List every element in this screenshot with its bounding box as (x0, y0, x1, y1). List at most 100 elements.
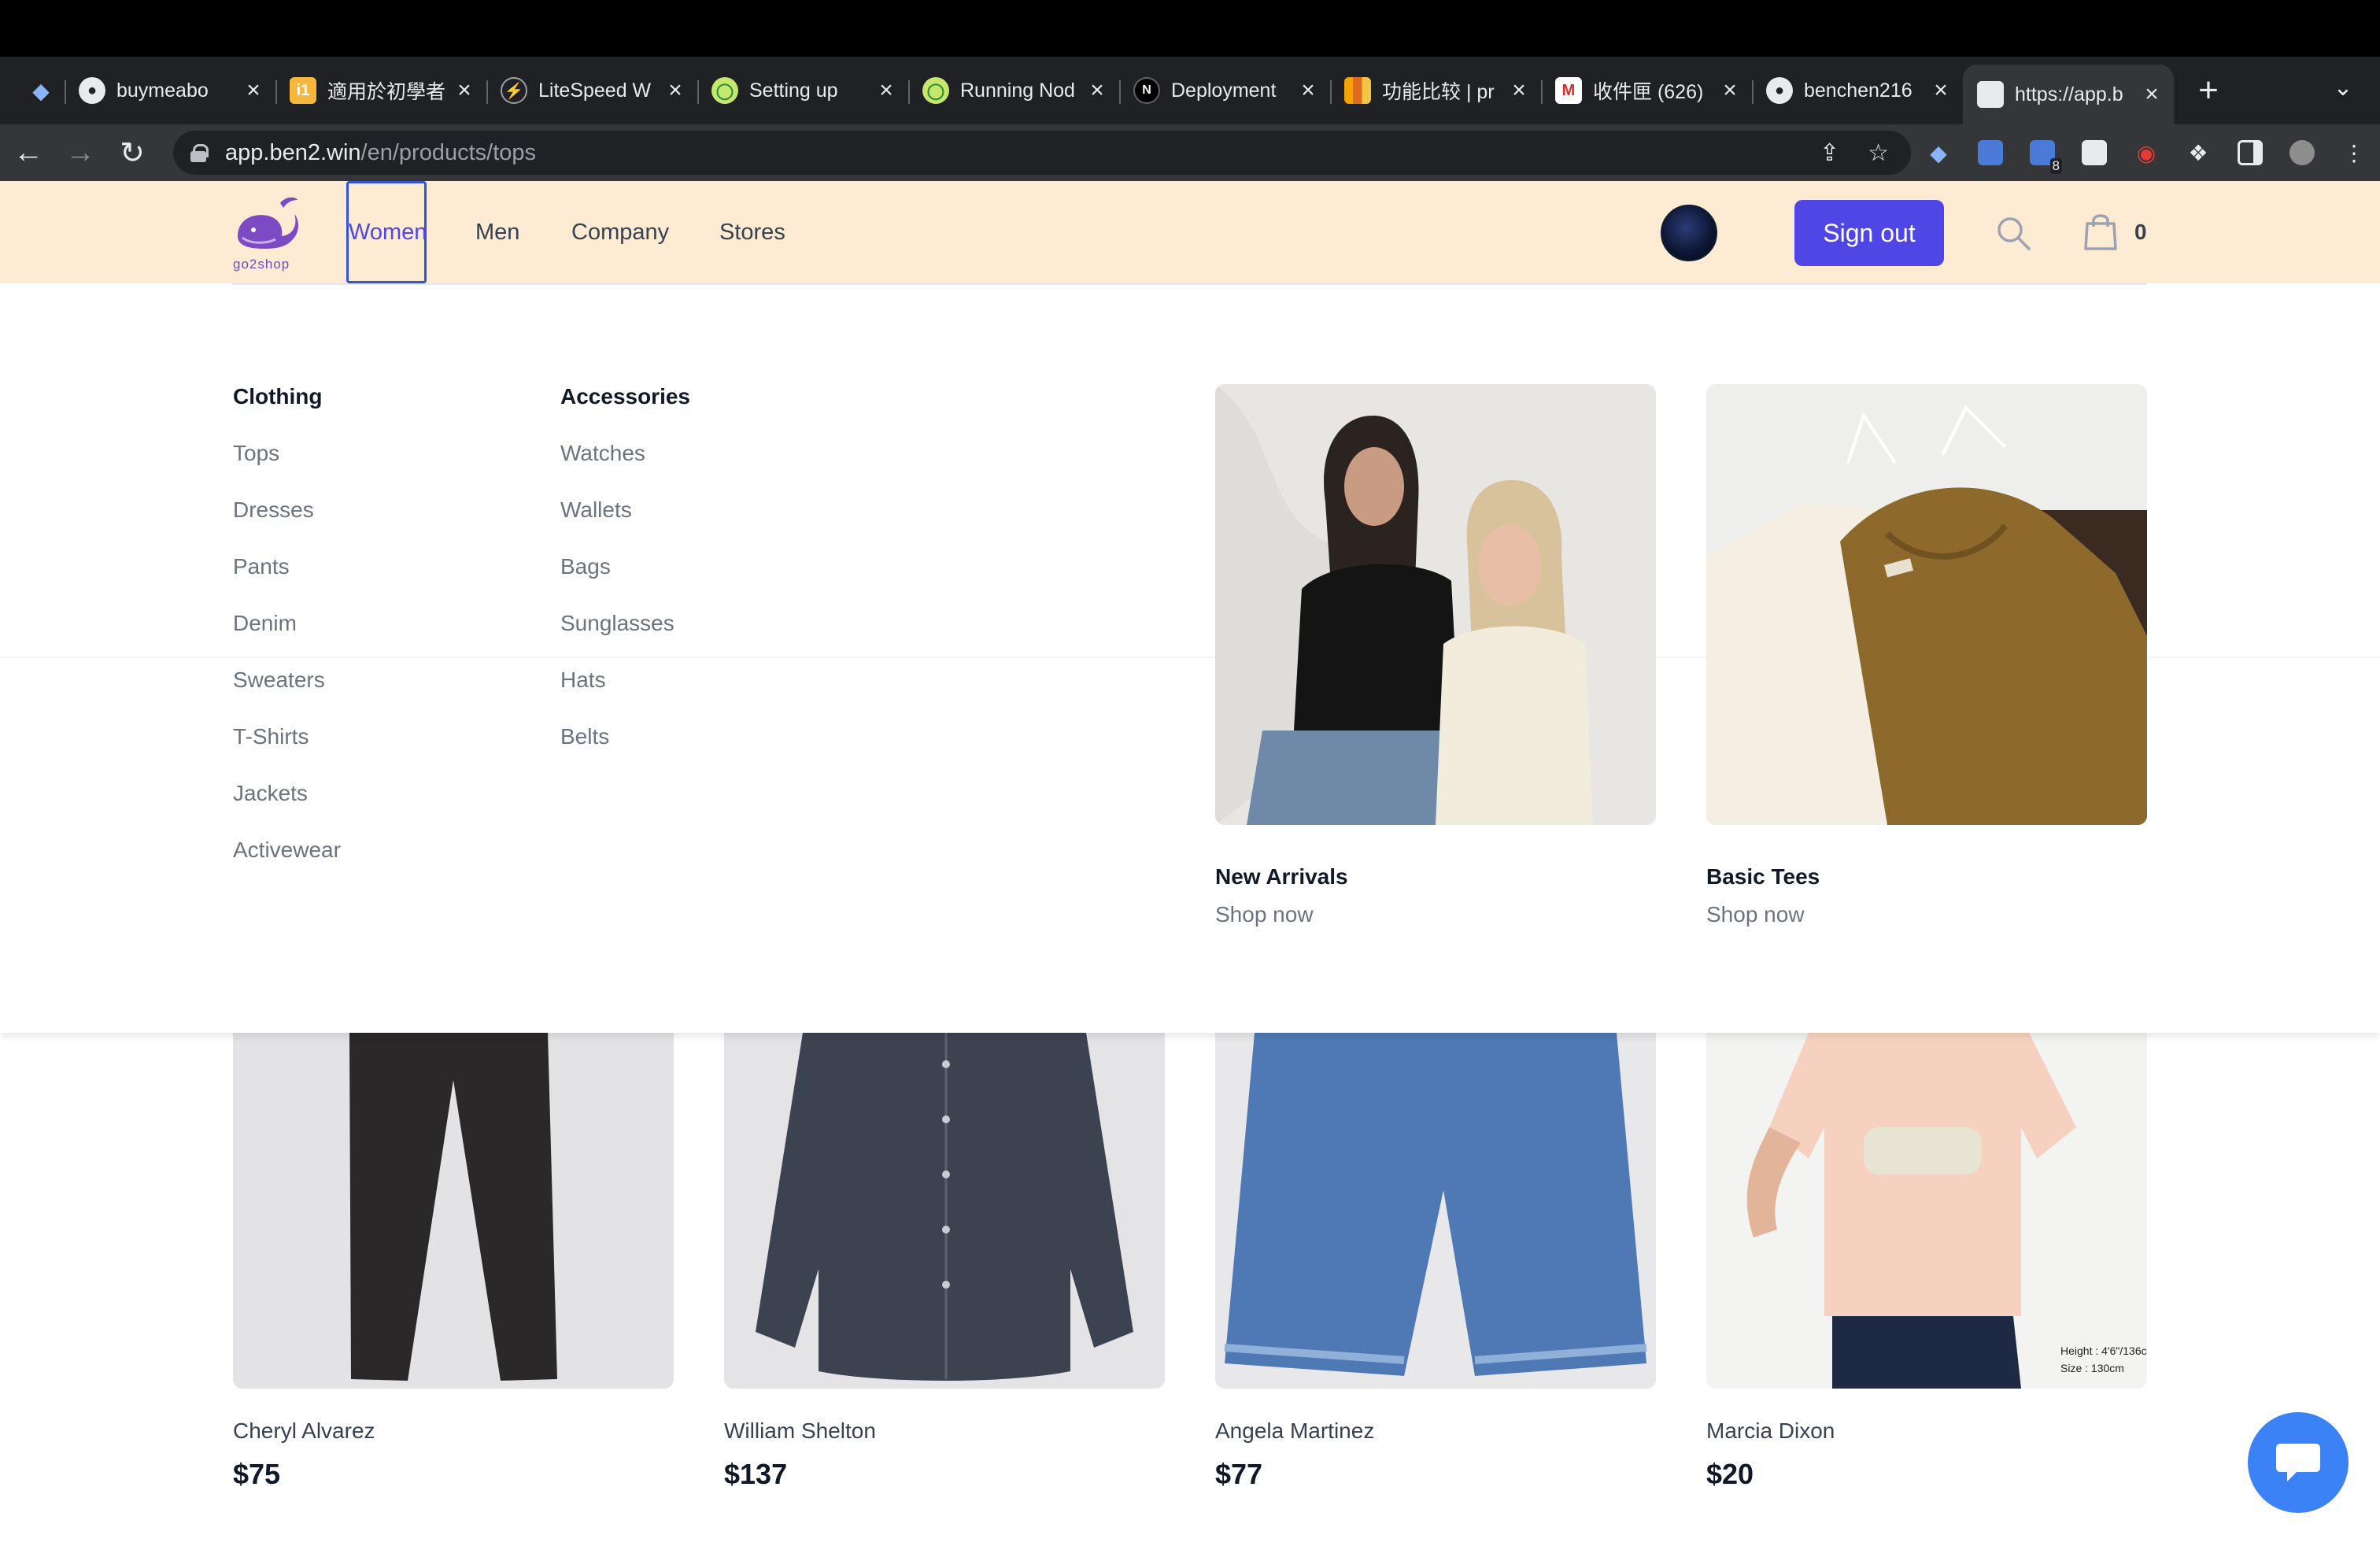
menu-item-activewear[interactable]: Activewear (233, 838, 341, 863)
edit-extension-icon[interactable] (2076, 135, 2112, 171)
product-name[interactable]: Cheryl Alvarez (233, 1418, 375, 1444)
basic-tees-image[interactable] (1706, 384, 2147, 825)
setup-icon: ◯ (711, 77, 738, 104)
user-avatar[interactable] (1661, 205, 1717, 261)
new-tab-button[interactable]: + (2185, 67, 2232, 114)
close-icon[interactable]: × (1930, 77, 1952, 103)
browser-toolbar: ← → ↻ app.ben2.win/en/products/tops ⇪ ☆ … (0, 124, 2380, 181)
bitwarden-extension-icon[interactable]: 8 (2024, 135, 2062, 174)
close-icon[interactable]: × (1508, 77, 1530, 103)
reload-icon[interactable]: ↻ (109, 129, 156, 176)
url-path: /en/products/tops (360, 139, 537, 165)
sign-out-button[interactable]: Sign out (1794, 200, 1944, 266)
menu-item-watches[interactable]: Watches (560, 441, 645, 466)
product-price: $75 (233, 1458, 281, 1490)
forward-icon[interactable]: → (57, 129, 104, 176)
close-icon[interactable]: × (664, 77, 686, 103)
new-arrivals-title[interactable]: New Arrivals (1215, 864, 1348, 890)
logo-text: go2shop (233, 257, 290, 272)
menu-item-pants[interactable]: Pants (233, 554, 290, 579)
nextjs-icon: N (1133, 77, 1160, 104)
page-icon (1977, 81, 2004, 108)
side-panel-icon[interactable] (2232, 135, 2268, 171)
menu-item-sunglasses[interactable]: Sunglasses (560, 611, 674, 636)
browser-tab[interactable]: M 收件匣 (626) × (1541, 63, 1752, 118)
itel-icon: i1 (290, 77, 316, 104)
product-price: $77 (1215, 1458, 1263, 1490)
lock-icon (190, 144, 209, 162)
close-icon[interactable]: × (453, 77, 475, 103)
product-image[interactable]: Height : 4'6"/136c Size : 130cm (1706, 1033, 2147, 1389)
puzzle-extensions-icon[interactable]: ❖ (2180, 135, 2216, 171)
menu-item-dresses[interactable]: Dresses (233, 497, 314, 523)
browser-tab[interactable]: ◯ Running Nod × (908, 63, 1119, 118)
divider (231, 283, 2147, 285)
browser-tab[interactable]: N Deployment × (1119, 63, 1330, 118)
clothing-heading: Clothing (233, 384, 323, 409)
grid-icon (1344, 77, 1371, 104)
product-image[interactable] (233, 1033, 674, 1389)
product-price: $20 (1706, 1458, 1754, 1490)
gem-icon: ◆ (32, 78, 50, 103)
close-icon[interactable]: × (875, 77, 897, 103)
browser-tab[interactable]: ⚡ LiteSpeed W × (486, 63, 697, 118)
nav-men[interactable]: Men (475, 181, 519, 283)
product-name[interactable]: Marcia Dixon (1706, 1418, 1835, 1444)
menu-item-sweaters[interactable]: Sweaters (233, 668, 325, 693)
menu-item-hats[interactable]: Hats (560, 668, 606, 693)
basic-tees-title[interactable]: Basic Tees (1706, 864, 1820, 890)
product-tag-size: Size : 130cm (2060, 1362, 2124, 1374)
chat-bubble-icon (2276, 1444, 2320, 1481)
product-name[interactable]: William Shelton (724, 1418, 876, 1444)
browser-tab[interactable]: ● buymeabo × (65, 63, 275, 118)
search-icon[interactable] (1994, 214, 2032, 252)
address-bar[interactable]: app.ben2.win/en/products/tops ⇪ ☆ (173, 131, 1911, 175)
menu-item-wallets[interactable]: Wallets (560, 497, 632, 523)
close-icon[interactable]: × (1719, 77, 1741, 103)
nav-stores[interactable]: Stores (719, 181, 785, 283)
gem-extension-icon[interactable]: ◆ (1920, 135, 1957, 171)
translate-extension-icon[interactable] (1972, 135, 2009, 171)
new-arrivals-image[interactable] (1215, 384, 1656, 825)
share-icon[interactable]: ⇪ (1820, 139, 1839, 167)
product-price: $137 (724, 1458, 788, 1490)
bookmark-star-icon[interactable]: ☆ (1868, 139, 1889, 167)
setup-icon: ◯ (922, 77, 949, 104)
product-grid: Cheryl Alvarez $75 William Shelton $137 … (0, 1033, 2380, 1546)
shopping-bag-icon[interactable] (2082, 211, 2119, 252)
browser-tab[interactable]: ● benchen216 × (1752, 63, 1963, 118)
pinned-tab[interactable]: ◆ (17, 63, 65, 118)
cart-count: 0 (2134, 220, 2147, 244)
new-arrivals-shop-now[interactable]: Shop now (1215, 902, 1314, 927)
product-name[interactable]: Angela Martinez (1215, 1418, 1374, 1444)
browser-tab[interactable]: 功能比较 | pr × (1330, 63, 1541, 118)
basic-tees-shop-now[interactable]: Shop now (1706, 902, 1805, 927)
menu-item-t-shirts[interactable]: T-Shirts (233, 724, 309, 749)
nav-company[interactable]: Company (571, 181, 669, 283)
browser-tab[interactable]: ◯ Setting up × (697, 63, 908, 118)
close-icon[interactable]: × (2141, 81, 2163, 107)
menu-item-jackets[interactable]: Jackets (233, 781, 308, 806)
close-icon[interactable]: × (1086, 77, 1108, 103)
menu-item-bags[interactable]: Bags (560, 554, 611, 579)
menu-item-belts[interactable]: Belts (560, 724, 609, 749)
record-extension-icon[interactable]: ◉ (2128, 135, 2164, 171)
browser-tab-active[interactable]: https://app.b × (1963, 65, 2174, 124)
product-image[interactable] (1215, 1033, 1656, 1389)
tab-search-icon[interactable]: ⌄ (2323, 68, 2363, 107)
profile-avatar-icon[interactable] (2284, 135, 2320, 171)
litespeed-icon: ⚡ (501, 77, 527, 104)
gmail-icon: M (1555, 77, 1582, 104)
nav-women[interactable]: Women (346, 181, 427, 283)
women-mega-menu: Clothing Tops Dresses Pants Denim Sweate… (0, 283, 2380, 1033)
close-icon[interactable]: × (1297, 77, 1319, 103)
browser-tab[interactable]: i1 適用於初學者 × (275, 63, 486, 118)
back-icon[interactable]: ← (5, 129, 52, 176)
github-icon: ● (79, 77, 105, 104)
product-image[interactable] (724, 1033, 1165, 1389)
kebab-menu-icon[interactable]: ⋮ (2336, 135, 2372, 171)
close-icon[interactable]: × (242, 77, 264, 103)
chat-button[interactable] (2248, 1412, 2349, 1513)
menu-item-tops[interactable]: Tops (233, 441, 279, 466)
menu-item-denim[interactable]: Denim (233, 611, 297, 636)
